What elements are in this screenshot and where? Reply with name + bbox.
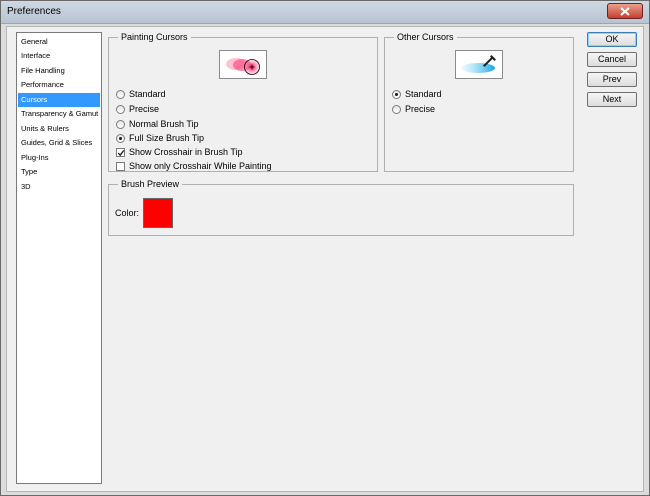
option-label: Standard [405, 89, 442, 99]
radio-painting-full-size-brush-tip[interactable]: Full Size Brush Tip [116, 132, 204, 145]
radio-button[interactable] [116, 134, 125, 143]
other-cursors-group: Other Cursors Standard Precise [384, 32, 574, 172]
sidebar-item-file-handling[interactable]: File Handling [18, 64, 100, 78]
checkbox[interactable] [116, 148, 125, 157]
option-label: Standard [129, 89, 166, 99]
sidebar-item-interface[interactable]: Interface [18, 49, 100, 63]
sidebar-item-performance[interactable]: Performance [18, 78, 100, 92]
painting-cursors-group: Painting Cursors Standard Precise Normal… [108, 32, 378, 172]
radio-button[interactable] [116, 120, 125, 129]
dialog-body: General Interface File Handling Performa… [6, 26, 644, 492]
title-bar[interactable]: Preferences [1, 1, 649, 24]
preferences-dialog: Preferences General Interface File Handl… [0, 0, 650, 496]
radio-button[interactable] [116, 90, 125, 99]
other-cursor-preview [455, 50, 503, 79]
checkbox-show-crosshair[interactable]: Show Crosshair in Brush Tip [116, 146, 243, 159]
category-list[interactable]: General Interface File Handling Performa… [16, 32, 102, 484]
brush-tip-cursor-icon [226, 58, 261, 76]
radio-painting-normal-brush-tip[interactable]: Normal Brush Tip [116, 118, 199, 131]
sidebar-item-plug-ins[interactable]: Plug-Ins [18, 151, 100, 165]
prev-button[interactable]: Prev [587, 72, 637, 87]
eyedropper-cursor-icon [461, 55, 496, 73]
radio-painting-precise[interactable]: Precise [116, 103, 159, 116]
checkbox-crosshair-while-painting[interactable]: Show only Crosshair While Painting [116, 160, 272, 173]
sidebar-item-type[interactable]: Type [18, 165, 100, 179]
radio-painting-standard[interactable]: Standard [116, 88, 166, 101]
next-button[interactable]: Next [587, 92, 637, 107]
radio-button[interactable] [116, 105, 125, 114]
checkmark-icon [117, 150, 125, 157]
painting-cursors-legend: Painting Cursors [121, 32, 188, 42]
brush-preview-legend: Brush Preview [121, 179, 180, 189]
sidebar-item-units-rulers[interactable]: Units & Rulers [18, 122, 100, 136]
option-label: Precise [129, 104, 160, 114]
close-button[interactable] [607, 3, 643, 19]
radio-other-standard[interactable]: Standard [392, 88, 442, 101]
sidebar-item-transparency-gamut[interactable]: Transparency & Gamut [18, 107, 100, 121]
option-label: Show Crosshair in Brush Tip [129, 147, 243, 157]
radio-button[interactable] [392, 105, 401, 114]
ok-button[interactable]: OK [587, 32, 637, 47]
sidebar-item-3d[interactable]: 3D [18, 180, 100, 194]
other-cursors-legend: Other Cursors [397, 32, 454, 42]
option-label: Precise [405, 104, 436, 114]
checkbox[interactable] [116, 162, 125, 171]
brush-color-swatch[interactable] [143, 198, 173, 228]
sidebar-item-general[interactable]: General [18, 35, 100, 49]
color-label: Color: [115, 208, 140, 218]
brush-preview-group: Brush Preview Color: [108, 179, 574, 236]
sidebar-item-guides-grid-slices[interactable]: Guides, Grid & Slices [18, 136, 100, 150]
radio-other-precise[interactable]: Precise [392, 103, 435, 116]
sidebar-item-cursors[interactable]: Cursors [18, 93, 100, 107]
close-icon [620, 7, 630, 16]
option-label: Show only Crosshair While Painting [129, 161, 272, 171]
radio-button[interactable] [392, 90, 401, 99]
cancel-button[interactable]: Cancel [587, 52, 637, 67]
painting-cursor-preview [219, 50, 267, 79]
window-title: Preferences [7, 6, 61, 17]
option-label: Normal Brush Tip [129, 119, 199, 129]
option-label: Full Size Brush Tip [129, 133, 205, 143]
